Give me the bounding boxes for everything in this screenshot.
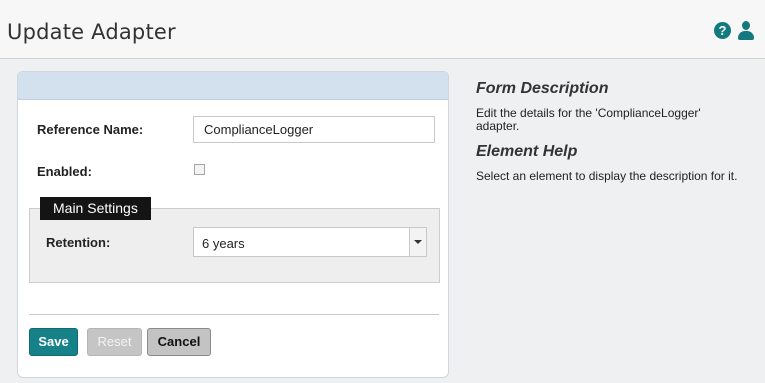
retention-select-value: 6 years	[202, 236, 245, 251]
save-button[interactable]: Save	[29, 328, 78, 356]
form-description-heading: Form Description	[476, 80, 609, 97]
main-settings-legend: Main Settings	[40, 197, 151, 220]
retention-select[interactable]: 6 years	[193, 227, 427, 257]
enabled-label: Enabled:	[37, 164, 92, 179]
element-help-heading: Element Help	[476, 143, 578, 160]
reference-name-input[interactable]	[193, 116, 435, 143]
form-divider	[29, 314, 439, 315]
help-icon[interactable]: ?	[714, 22, 731, 39]
chevron-down-icon	[414, 240, 422, 244]
form-description-text: Edit the details for the 'ComplianceLogg…	[476, 106, 701, 133]
retention-label: Retention:	[46, 235, 111, 250]
reference-name-label: Reference Name:	[37, 122, 144, 137]
page-title: Update Adapter	[7, 20, 176, 44]
reset-button[interactable]: Reset	[87, 328, 142, 356]
enabled-checkbox[interactable]	[194, 164, 205, 175]
dropdown-arrow-button[interactable]	[409, 228, 426, 256]
user-icon[interactable]	[737, 21, 755, 41]
form-panel: Reference Name: Enabled: Main Settings R…	[17, 71, 449, 378]
page-header: Update Adapter ?	[0, 0, 765, 59]
cancel-button[interactable]: Cancel	[147, 328, 211, 356]
element-help-text: Select an element to display the descrip…	[476, 169, 738, 183]
form-panel-header	[18, 72, 448, 100]
help-sidebar: Form Description Edit the details for th…	[476, 80, 746, 183]
